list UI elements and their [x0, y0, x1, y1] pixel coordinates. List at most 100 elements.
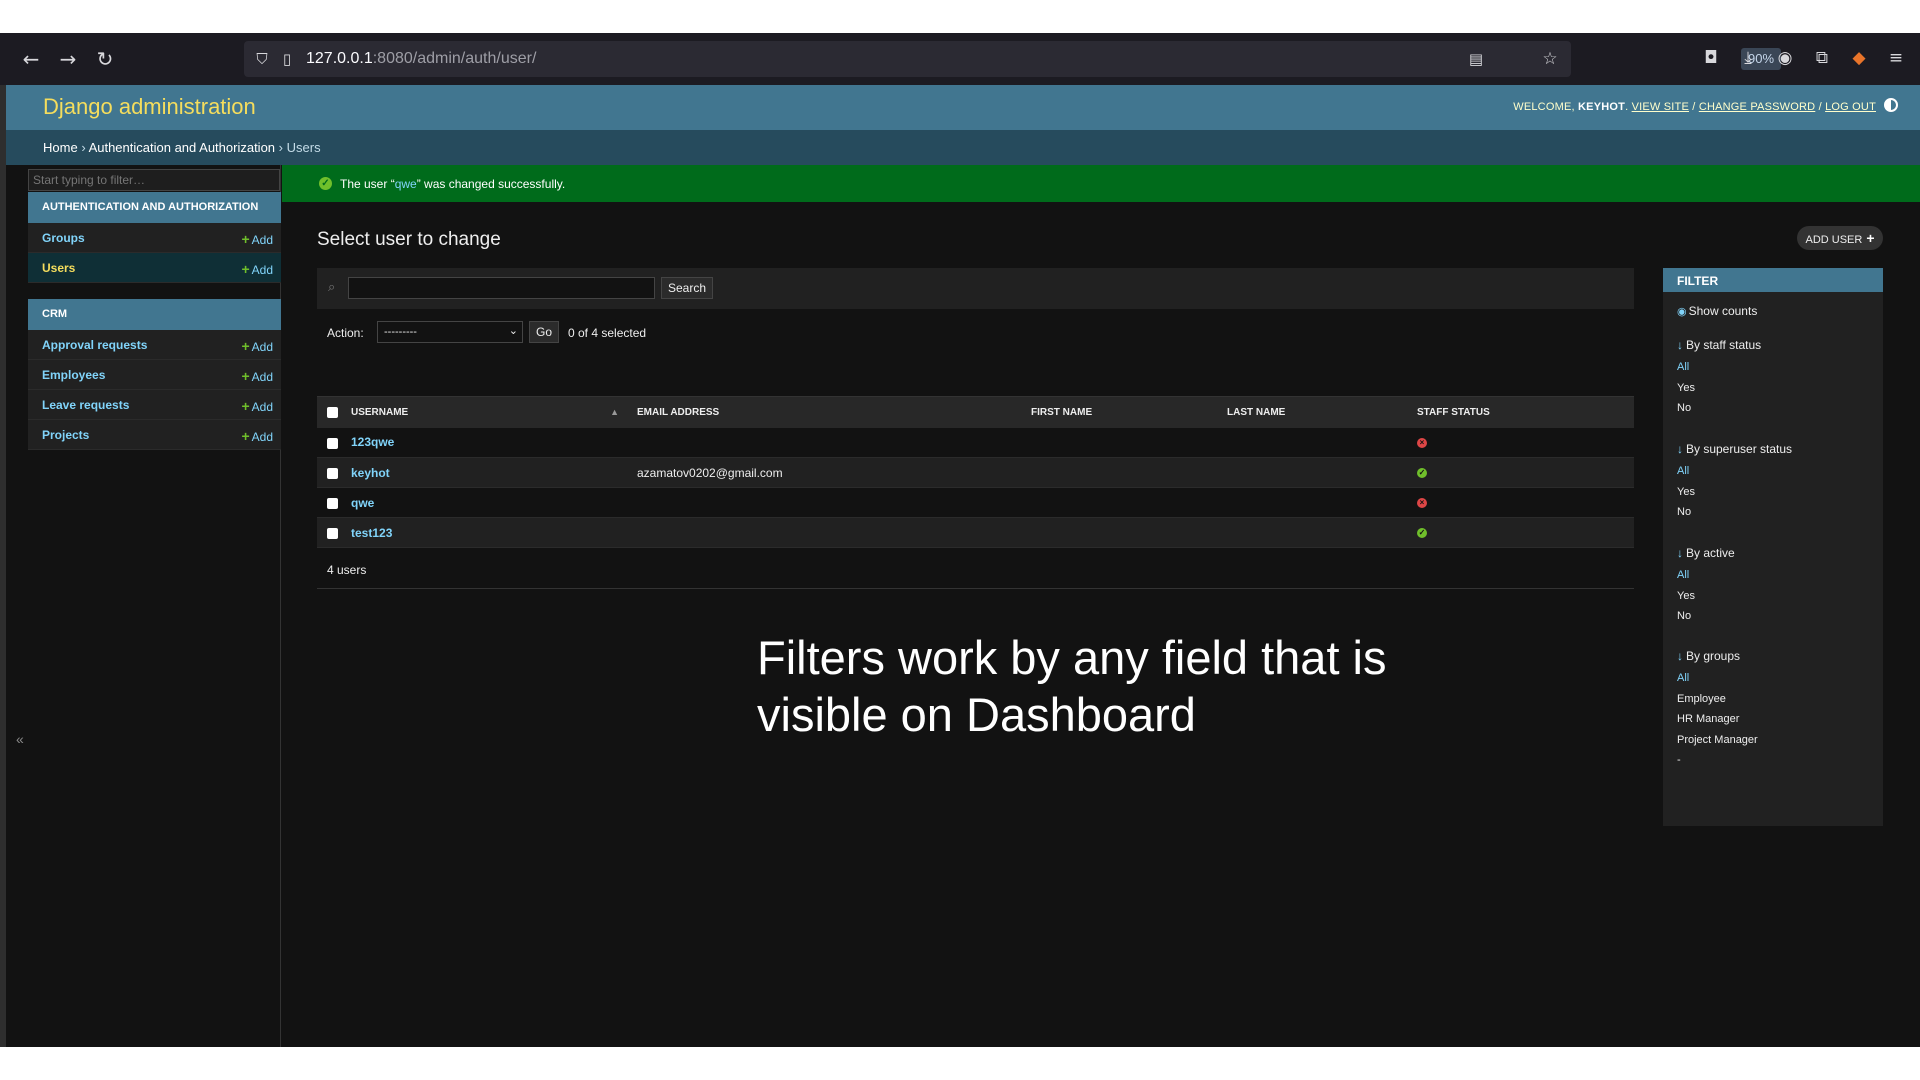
- last-name-cell: [1227, 427, 1417, 458]
- success-message-text: The user “qwe” was changed successfully.: [340, 177, 566, 191]
- site-name[interactable]: Django administration: [43, 94, 256, 120]
- pocket-icon[interactable]: ◘: [1699, 45, 1723, 71]
- filter-group-superuser-status: ↓ By superuser status All Yes No: [1677, 442, 1877, 527]
- module-caption-auth[interactable]: Authentication and Authorization: [28, 192, 281, 223]
- page-title: Select user to change: [317, 229, 501, 250]
- add-leave-requests-link[interactable]: + Add: [241, 398, 273, 414]
- action-select[interactable]: --------- ⌄: [377, 321, 523, 343]
- module-caption-crm[interactable]: CRM: [28, 299, 281, 330]
- sidebar-item-groups[interactable]: Groups + Add: [28, 223, 281, 253]
- change-password-link[interactable]: CHANGE PASSWORD: [1699, 101, 1815, 113]
- filter-option[interactable]: -: [1677, 754, 1877, 775]
- show-counts-link[interactable]: ◉ Show counts: [1677, 304, 1757, 318]
- action-label: Action:: [327, 326, 364, 340]
- column-username[interactable]: Username ▲: [347, 396, 629, 428]
- username-link[interactable]: keyhot: [351, 466, 390, 480]
- row-checkbox[interactable]: [327, 527, 338, 539]
- sort-ascending-icon[interactable]: ▲: [610, 407, 619, 417]
- filter-option[interactable]: Employee: [1677, 693, 1877, 714]
- add-approval-requests-link[interactable]: + Add: [241, 338, 273, 354]
- filter-heading[interactable]: ↓ By groups: [1677, 649, 1877, 663]
- filter-option[interactable]: All: [1677, 465, 1877, 486]
- shield-icon[interactable]: ⛉: [250, 46, 274, 72]
- reader-view-icon[interactable]: ▤: [1464, 46, 1488, 72]
- sidebar-item-label[interactable]: Users: [42, 261, 75, 275]
- select-all-checkbox[interactable]: [327, 406, 338, 418]
- filter-option[interactable]: All: [1677, 361, 1877, 382]
- log-out-link[interactable]: LOG OUT: [1825, 101, 1876, 113]
- row-checkbox[interactable]: [327, 467, 338, 479]
- username-link[interactable]: qwe: [351, 496, 374, 510]
- nav-filter-input[interactable]: [28, 169, 280, 191]
- column-staff-status[interactable]: Staff status: [1417, 396, 1634, 428]
- filter-heading[interactable]: ↓ By active: [1677, 546, 1877, 560]
- sidebar-item-employees[interactable]: Employees + Add: [28, 360, 281, 390]
- yes-icon: ✓: [1417, 528, 1427, 539]
- breadcrumb-home[interactable]: Home: [43, 140, 78, 155]
- filter-option[interactable]: Yes: [1677, 590, 1877, 611]
- filter-option[interactable]: No: [1677, 610, 1877, 631]
- go-button[interactable]: Go: [529, 321, 559, 343]
- username-link[interactable]: 123qwe: [351, 435, 394, 449]
- table-row: test123 ✓: [317, 517, 1634, 548]
- account-icon[interactable]: ◉: [1773, 45, 1797, 71]
- eye-icon: ◉: [1677, 306, 1687, 318]
- add-projects-link[interactable]: + Add: [241, 428, 273, 444]
- filter-option[interactable]: Yes: [1677, 486, 1877, 507]
- breadcrumb-app[interactable]: Authentication and Authorization: [89, 140, 275, 155]
- sidebar-item-label[interactable]: Groups: [42, 231, 85, 245]
- sidebar-item-label[interactable]: Approval requests: [42, 338, 147, 352]
- column-last-name[interactable]: Last name: [1227, 396, 1417, 428]
- username-link[interactable]: test123: [351, 526, 392, 540]
- bookmark-star-icon[interactable]: ☆: [1538, 46, 1562, 72]
- search-input[interactable]: [348, 277, 655, 299]
- sidebar-item-projects[interactable]: Projects + Add: [28, 420, 281, 450]
- back-icon[interactable]: ←: [18, 46, 44, 72]
- filter-option[interactable]: Project Manager: [1677, 734, 1877, 755]
- sidebar-collapse-button[interactable]: «: [16, 731, 24, 747]
- address-bar[interactable]: ⛉ ▯ 127.0.0.1:8080/admin/auth/user/ ▤ 90…: [244, 41, 1781, 77]
- downloads-icon[interactable]: ⤓: [1736, 45, 1760, 71]
- add-user-button[interactable]: ADD USER +: [1797, 226, 1883, 250]
- column-email[interactable]: Email address: [629, 396, 1031, 428]
- last-name-cell: [1227, 517, 1417, 548]
- add-employees-link[interactable]: + Add: [241, 368, 273, 384]
- filter-option[interactable]: No: [1677, 506, 1877, 527]
- row-checkbox[interactable]: [327, 497, 338, 509]
- sidebar-item-label[interactable]: Projects: [42, 428, 89, 442]
- view-site-link[interactable]: VIEW SITE: [1632, 101, 1689, 113]
- email-cell: [629, 487, 1031, 518]
- plus-icon: +: [241, 428, 250, 444]
- filter-group-staff-status: ↓ By staff status All Yes No: [1677, 338, 1877, 423]
- menu-icon[interactable]: ≡: [1884, 45, 1908, 71]
- filter-option[interactable]: HR Manager: [1677, 713, 1877, 734]
- metamask-icon[interactable]: ◆: [1847, 45, 1871, 71]
- sidebar-item-leave-requests[interactable]: Leave requests + Add: [28, 390, 281, 420]
- forward-icon[interactable]: →: [55, 46, 81, 72]
- url-text[interactable]: 127.0.0.1:8080/admin/auth/user/: [306, 50, 536, 68]
- search-button[interactable]: Search: [661, 277, 713, 299]
- extensions-icon[interactable]: ⧉: [1810, 45, 1834, 71]
- filter-heading[interactable]: ↓ By staff status: [1677, 338, 1877, 352]
- plus-icon: +: [241, 231, 250, 247]
- theme-toggle-icon[interactable]: [1884, 98, 1898, 112]
- add-groups-link[interactable]: + Add: [241, 231, 273, 247]
- filter-heading[interactable]: ↓ By superuser status: [1677, 442, 1877, 456]
- sidebar-item-label[interactable]: Leave requests: [42, 398, 129, 412]
- plus-icon: +: [241, 398, 250, 414]
- filter-option[interactable]: All: [1677, 672, 1877, 693]
- filter-option[interactable]: All: [1677, 569, 1877, 590]
- reload-icon[interactable]: ↻: [92, 46, 118, 72]
- filter-option[interactable]: Yes: [1677, 382, 1877, 403]
- row-checkbox[interactable]: [327, 437, 338, 449]
- sidebar-item-users[interactable]: Users + Add: [28, 253, 281, 283]
- email-cell: azamatov0202@gmail.com: [629, 457, 1031, 488]
- sidebar-item-label[interactable]: Employees: [42, 368, 105, 382]
- filter-option[interactable]: No: [1677, 402, 1877, 423]
- changed-user-link[interactable]: qwe: [395, 177, 417, 191]
- column-first-name[interactable]: First name: [1031, 396, 1227, 428]
- sidebar-item-approval-requests[interactable]: Approval requests + Add: [28, 330, 281, 360]
- result-list-table: Username ▲ Email address First name Last …: [317, 396, 1634, 548]
- add-users-link[interactable]: + Add: [241, 261, 273, 277]
- filter-caption: FILTER: [1663, 268, 1883, 292]
